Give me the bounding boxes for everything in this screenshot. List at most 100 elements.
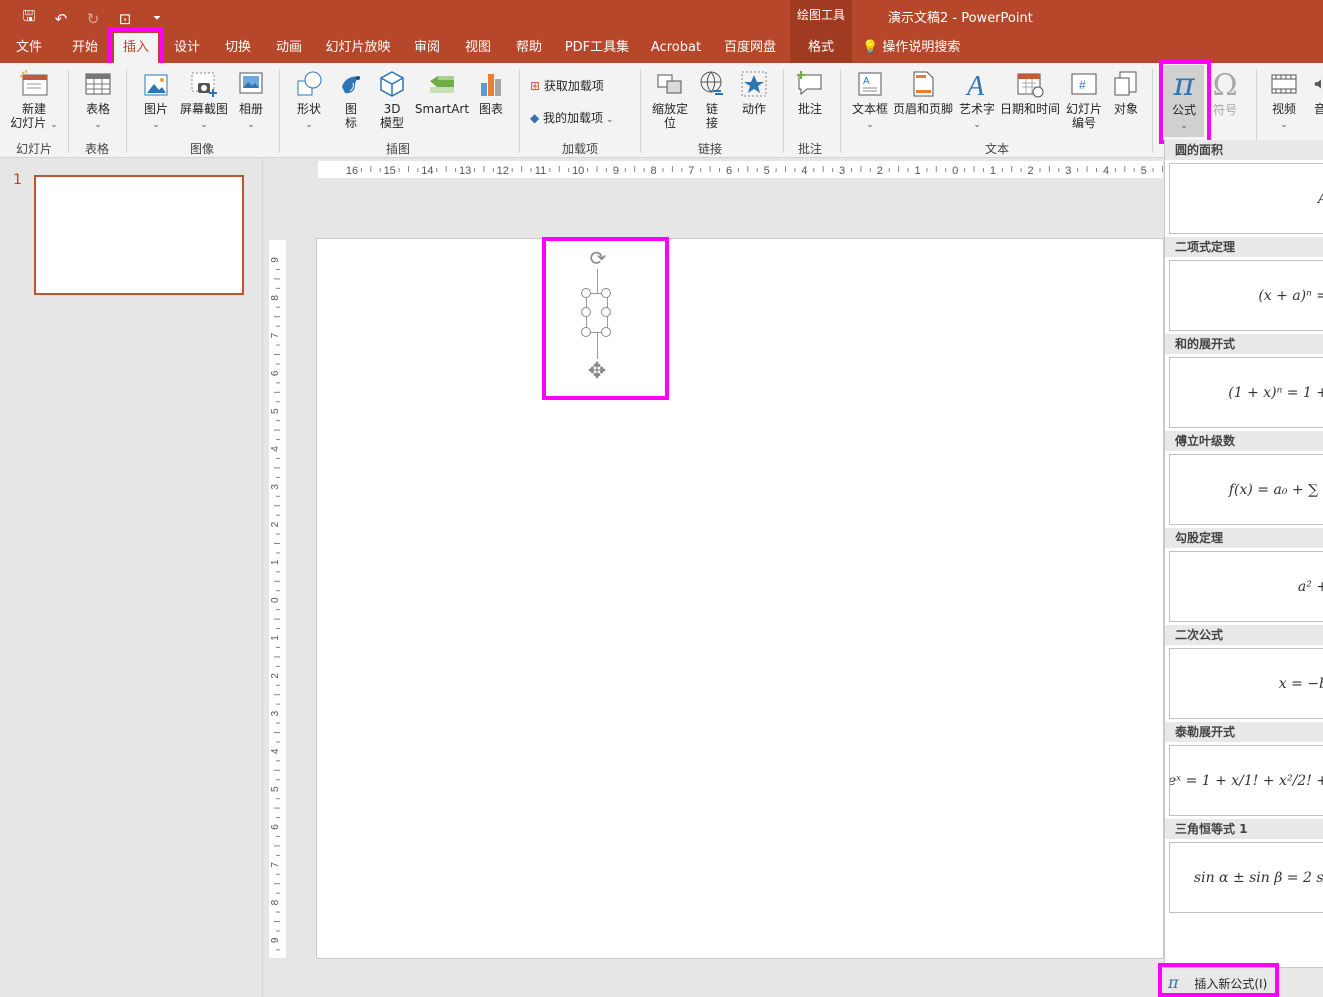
- tab-home[interactable]: 开始: [62, 33, 108, 63]
- chart-button[interactable]: 图表: [474, 69, 508, 116]
- textbox-icon: A: [858, 72, 882, 96]
- ruler-tick-label: 2: [877, 165, 883, 177]
- addins-icon: ◆: [530, 111, 544, 125]
- my-addins-button[interactable]: ◆ 我的加载项 ⌄: [530, 109, 613, 126]
- ruler-tick-label: 14: [421, 165, 433, 177]
- tab-file[interactable]: 文件: [8, 33, 50, 63]
- screenshot-button[interactable]: 屏幕截图 ⌄: [178, 69, 230, 132]
- get-addins-label: 获取加载项: [543, 79, 604, 93]
- ruler-tick-label: 5: [270, 408, 281, 414]
- video-button[interactable]: 视频 ⌄: [1266, 69, 1302, 132]
- action-button[interactable]: 动作: [736, 69, 772, 116]
- chevron-down-icon: ⌄: [200, 120, 208, 130]
- tab-help[interactable]: 帮助: [508, 33, 550, 63]
- insert-new-equation-highlight: [1158, 963, 1279, 997]
- ruler-tick-label: 11: [535, 165, 546, 177]
- tab-design[interactable]: 设计: [166, 33, 208, 63]
- ruler-tick-label: 13: [459, 165, 471, 177]
- 3d-models-label: 3D 模型: [379, 102, 404, 130]
- ribbon-insert: 新建 幻灯片 ⌄ 幻灯片 表格 ⌄ 表格 图片 ⌄ 屏幕截图 ⌄ 相册 ⌄ 图像…: [0, 63, 1323, 158]
- smartart-button[interactable]: SmartArt: [414, 69, 470, 116]
- symbol-button[interactable]: Ω 符号: [1207, 69, 1243, 118]
- customize-qat-icon[interactable]: ⏷: [146, 13, 168, 24]
- gallery-item[interactable]: 勾股定理 a² +: [1165, 528, 1323, 622]
- gallery-item-preview[interactable]: sin α ± sin β = 2 si: [1169, 842, 1323, 913]
- link-button[interactable]: 链 接: [696, 69, 728, 130]
- tell-me-search[interactable]: 💡 操作说明搜索: [862, 33, 982, 63]
- icons-button[interactable]: 图 标: [334, 69, 368, 130]
- gallery-item-preview[interactable]: (1 + x)ⁿ = 1 +: [1169, 357, 1323, 428]
- ruler-tick-label: 2: [270, 521, 281, 527]
- tab-transitions[interactable]: 切换: [217, 33, 259, 63]
- group-label-text: 文本: [985, 142, 1010, 156]
- gallery-item-preview[interactable]: x = −b: [1169, 648, 1323, 719]
- slide-canvas[interactable]: ⟳ ✥: [316, 238, 1164, 959]
- header-footer-button[interactable]: 页眉和页脚: [892, 69, 954, 116]
- ruler-tick-label: 3: [839, 165, 845, 177]
- picture-button[interactable]: 图片 ⌄: [136, 69, 176, 132]
- table-label: 表格: [85, 102, 110, 116]
- tab-pdf-tools[interactable]: PDF工具集: [560, 33, 634, 63]
- comment-button[interactable]: 批注: [792, 69, 828, 116]
- gallery-item[interactable]: 圆的面积 A: [1165, 140, 1323, 234]
- audio-button[interactable]: 音: [1310, 69, 1323, 116]
- slide-thumbnail-pane: 1: [0, 158, 263, 997]
- object-button[interactable]: 对象: [1110, 69, 1142, 116]
- present-icon[interactable]: ⊡: [114, 10, 136, 28]
- gallery-item-preview[interactable]: (x + a)ⁿ =: [1169, 260, 1323, 331]
- tab-view[interactable]: 视图: [457, 33, 499, 63]
- tab-animations[interactable]: 动画: [268, 33, 310, 63]
- photo-album-button[interactable]: 相册 ⌄: [232, 69, 270, 132]
- wordart-label: 艺术字: [958, 102, 995, 116]
- chevron-down-icon: ⌄: [50, 120, 58, 130]
- object-icon: [1114, 71, 1137, 96]
- bird-icon: [342, 76, 360, 94]
- textbox-button[interactable]: A 文本框 ⌄: [850, 69, 890, 132]
- slide-number-button[interactable]: # 幻灯片 编号: [1062, 69, 1106, 130]
- ruler-tick-label: 1: [270, 635, 281, 641]
- redo-icon[interactable]: ↻: [82, 10, 104, 28]
- undo-icon[interactable]: ↶: [50, 10, 72, 28]
- chevron-down-icon: ⌄: [247, 120, 255, 130]
- svg-text:A: A: [965, 71, 985, 99]
- tab-review[interactable]: 审阅: [406, 33, 448, 63]
- tab-acrobat[interactable]: Acrobat: [644, 33, 708, 63]
- save-icon[interactable]: 🖫: [18, 6, 40, 31]
- gallery-item[interactable]: 二项式定理 (x + a)ⁿ =: [1165, 237, 1323, 331]
- gallery-item-preview[interactable]: A: [1169, 163, 1323, 234]
- comment-label: 批注: [797, 102, 822, 116]
- ruler-tick-label: 7: [688, 165, 694, 177]
- gallery-item-title: 二次公式: [1165, 625, 1323, 645]
- group-label-images: 图像: [190, 142, 215, 156]
- gallery-item[interactable]: 和的展开式 (1 + x)ⁿ = 1 +: [1165, 334, 1323, 428]
- slide-number: 1: [13, 172, 22, 188]
- globe-link-icon: [700, 71, 723, 95]
- gallery-item-title: 圆的面积: [1165, 140, 1323, 160]
- get-addins-button[interactable]: ⊞ 获取加载项: [530, 77, 604, 94]
- shapes-button[interactable]: 形状 ⌄: [290, 69, 328, 132]
- new-slide-button[interactable]: 新建 幻灯片 ⌄: [8, 69, 60, 132]
- gallery-item-preview[interactable]: a² +: [1169, 551, 1323, 622]
- ruler-tick-label: 1: [914, 165, 920, 177]
- lightbulb-icon: 💡: [862, 40, 883, 55]
- equation-button-highlight: [1159, 60, 1211, 144]
- gallery-item[interactable]: 傅立叶级数 f(x) = a₀ + ∑ (: [1165, 431, 1323, 525]
- gallery-item-preview[interactable]: eˣ = 1 + x/1! + x²/2! +: [1169, 745, 1323, 816]
- gallery-item-preview[interactable]: f(x) = a₀ + ∑ (: [1169, 454, 1323, 525]
- slide-thumbnail-1[interactable]: [34, 175, 244, 295]
- tab-baidu-netdisk[interactable]: 百度网盘: [718, 33, 782, 63]
- gallery-item[interactable]: 二次公式 x = −b: [1165, 625, 1323, 719]
- ruler-tick-label: 0: [270, 597, 281, 603]
- gallery-item[interactable]: 泰勒展开式 eˣ = 1 + x/1! + x²/2! +: [1165, 722, 1323, 816]
- gallery-item[interactable]: 三角恒等式 1 sin α ± sin β = 2 si: [1165, 819, 1323, 913]
- ruler-tick-label: 9: [613, 165, 619, 177]
- date-time-button[interactable]: 日期和时间: [999, 69, 1061, 116]
- table-button[interactable]: 表格 ⌄: [78, 69, 118, 132]
- tab-slideshow[interactable]: 幻灯片放映: [320, 33, 396, 63]
- 3d-models-button[interactable]: 3D 模型: [372, 69, 412, 130]
- icons-label: 图 标: [344, 102, 357, 130]
- zoom-button[interactable]: 缩放定 位: [648, 69, 692, 130]
- tab-format[interactable]: 格式: [790, 33, 852, 63]
- wordart-button[interactable]: A 艺术字 ⌄: [956, 69, 998, 132]
- calendar-icon: [1017, 73, 1044, 98]
